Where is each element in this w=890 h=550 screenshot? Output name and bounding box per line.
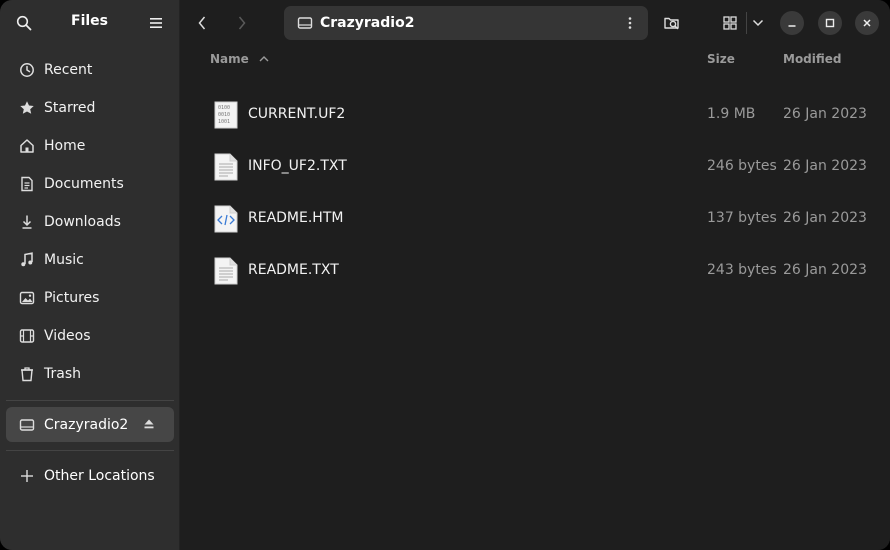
trash-icon	[18, 365, 36, 383]
file-modified: 26 Jan 2023	[783, 158, 867, 174]
home-icon	[18, 137, 36, 155]
sidebar-item-label: Recent	[44, 62, 93, 78]
file-size: 1.9 MB	[707, 106, 756, 122]
sidebar-item-home[interactable]: Home	[6, 127, 174, 165]
close-button[interactable]	[855, 11, 879, 35]
grid-view-button[interactable]	[716, 9, 744, 37]
document-icon	[18, 175, 36, 193]
file-size: 246 bytes	[707, 158, 777, 174]
sidebar-item-label: Trash	[44, 366, 81, 382]
file-name: INFO_UF2.TXT	[248, 158, 347, 174]
html-file-icon	[214, 205, 238, 233]
folder-search-icon	[664, 17, 679, 30]
back-button[interactable]	[188, 9, 216, 37]
column-header-name[interactable]: Name	[210, 52, 269, 66]
file-name: README.HTM	[248, 210, 344, 226]
text-file-icon	[214, 153, 238, 181]
file-modified: 26 Jan 2023	[783, 210, 867, 226]
eject-icon[interactable]	[142, 417, 156, 431]
sidebar-item-label: Documents	[44, 176, 124, 192]
sidebar-item-trash[interactable]: Trash	[6, 355, 174, 393]
vertical-dots-icon	[628, 17, 632, 29]
column-header-modified[interactable]: Modified	[783, 52, 842, 66]
sidebar-places: Recent Starred Home Documents Downloads …	[6, 51, 174, 393]
plus-icon	[18, 467, 36, 485]
chevron-right-icon	[238, 16, 246, 30]
maximize-icon	[825, 18, 835, 28]
video-icon	[18, 327, 36, 345]
sidebar-item-label: Starred	[44, 100, 96, 116]
picture-icon	[18, 289, 36, 307]
file-row[interactable]: README.TXT 243 bytes 26 Jan 2023	[210, 244, 870, 296]
sidebar-divider	[6, 400, 174, 401]
chevron-down-icon	[752, 19, 764, 27]
forward-button[interactable]	[228, 9, 256, 37]
sidebar-item-label: Music	[44, 252, 84, 268]
sort-ascending-icon	[259, 56, 269, 62]
star-icon	[18, 99, 36, 117]
maximize-button[interactable]	[818, 11, 842, 35]
sidebar-item-music[interactable]: Music	[6, 241, 174, 279]
svg-text:1001: 1001	[218, 119, 230, 125]
sidebar-item-label: Other Locations	[44, 468, 155, 484]
sidebar-item-videos[interactable]: Videos	[6, 317, 174, 355]
file-size: 137 bytes	[707, 210, 777, 226]
close-icon	[863, 19, 871, 27]
sidebar: Files Recent Starred Home Documents Down…	[0, 0, 180, 550]
download-icon	[18, 213, 36, 231]
sidebar-item-crazyradio2[interactable]: Crazyradio2	[6, 407, 174, 442]
search-folder-button[interactable]	[658, 9, 686, 37]
file-name: README.TXT	[248, 262, 339, 278]
binary-file-icon: 010000101001	[214, 101, 238, 129]
sidebar-item-label: Downloads	[44, 214, 121, 230]
svg-text:0010: 0010	[218, 112, 230, 118]
files-window: Files Recent Starred Home Documents Down…	[0, 0, 890, 550]
drive-icon	[296, 14, 314, 32]
sidebar-item-other-locations[interactable]: Other Locations	[6, 457, 174, 495]
file-row[interactable]: README.HTM 137 bytes 26 Jan 2023	[210, 192, 870, 244]
music-icon	[18, 251, 36, 269]
column-header-size[interactable]: Size	[707, 52, 735, 66]
current-location: Crazyradio2	[320, 15, 415, 31]
sidebar-item-label: Pictures	[44, 290, 100, 306]
column-header-label: Name	[210, 52, 249, 66]
sidebar-item-label: Home	[44, 138, 86, 154]
text-file-icon	[214, 257, 238, 285]
file-list: 0100 0010 1001 CURRENT.UF2 1.9 MB 26 Jan 2…	[210, 88, 870, 296]
location-bar[interactable]: Crazyradio2	[284, 6, 648, 40]
main-menu-button[interactable]	[144, 11, 168, 35]
grid-icon	[723, 16, 737, 30]
file-name: CURRENT.UF2	[248, 106, 346, 122]
sidebar-item-starred[interactable]: Starred	[6, 89, 174, 127]
clock-icon	[18, 61, 36, 79]
sidebar-item-documents[interactable]: Documents	[6, 165, 174, 203]
file-row[interactable]: 0100 0010 1001 CURRENT.UF2 1.9 MB 26 Jan 2…	[210, 88, 870, 140]
location-menu-button[interactable]	[622, 15, 638, 31]
sidebar-header: Files	[0, 0, 179, 46]
sidebar-item-label: Crazyradio2	[44, 416, 129, 433]
sidebar-item-label: Videos	[44, 328, 91, 344]
main-view: Crazyradio2 Name Size Modified 0100 0010…	[180, 0, 890, 550]
file-modified: 26 Jan 2023	[783, 262, 867, 278]
file-modified: 26 Jan 2023	[783, 106, 867, 122]
sidebar-item-pictures[interactable]: Pictures	[6, 279, 174, 317]
chevron-left-icon	[198, 16, 206, 30]
sidebar-divider	[6, 450, 174, 451]
sidebar-item-recent[interactable]: Recent	[6, 51, 174, 89]
file-size: 243 bytes	[707, 262, 777, 278]
file-row[interactable]: INFO_UF2.TXT 246 bytes 26 Jan 2023	[210, 140, 870, 192]
drive-icon	[18, 416, 36, 434]
sidebar-item-downloads[interactable]: Downloads	[6, 203, 174, 241]
hamburger-icon	[150, 18, 162, 28]
minimize-icon	[788, 25, 796, 27]
view-options-button[interactable]	[744, 9, 772, 37]
svg-text:0100: 0100	[218, 105, 230, 111]
minimize-button[interactable]	[780, 11, 804, 35]
